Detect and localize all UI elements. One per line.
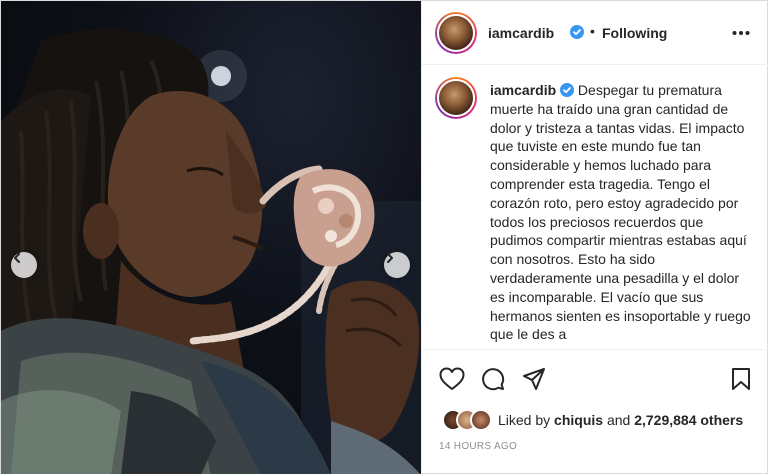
post-photo[interactable] [1, 1, 421, 474]
likes-and: and [606, 412, 631, 428]
following-button[interactable]: Following [602, 25, 667, 41]
likes-row: Liked by chiquis and 2,729,884 others [442, 408, 743, 432]
verified-badge-icon [570, 25, 584, 39]
chevron-right-icon [387, 253, 393, 263]
photo-illustration [1, 29, 421, 474]
liker-avatar[interactable] [470, 409, 492, 431]
comment-icon[interactable] [481, 367, 505, 391]
likes-text: Liked by chiquis and 2,729,884 others [498, 412, 743, 428]
separator-dot: • [590, 23, 595, 39]
username[interactable]: iamcardib [488, 25, 554, 41]
chevron-left-icon [14, 253, 20, 263]
heart-icon[interactable] [439, 367, 465, 391]
post-timestamp[interactable]: 14 HOURS AGO [439, 441, 517, 452]
likes-prefix: Liked by [498, 412, 551, 428]
caption-text: Despegar tu prematura muerte ha traído u… [490, 82, 751, 343]
post-modal: iamcardib • Following iamcardib Despegar… [0, 0, 768, 474]
verified-badge-icon [560, 83, 575, 97]
post-actions: Liked by chiquis and 2,729,884 others 14… [422, 349, 768, 474]
caption-username[interactable]: iamcardib [490, 82, 556, 98]
caption: iamcardib Despegar tu prematura muerte h… [490, 81, 756, 344]
post-header: iamcardib • Following [422, 1, 768, 65]
liked-by-user[interactable]: chiquis [554, 412, 603, 428]
caption-avatar[interactable] [435, 77, 477, 119]
send-icon[interactable] [522, 367, 546, 391]
post-side-panel: iamcardib • Following iamcardib Despegar… [421, 1, 768, 474]
avatar[interactable] [435, 12, 477, 54]
caption-section: iamcardib Despegar tu prematura muerte h… [422, 65, 768, 349]
more-options-icon[interactable] [732, 25, 750, 41]
carousel-prev-button[interactable] [11, 252, 37, 278]
likes-count[interactable]: 2,729,884 others [634, 412, 743, 428]
carousel-next-button[interactable] [384, 252, 410, 278]
bookmark-icon[interactable] [731, 367, 751, 391]
